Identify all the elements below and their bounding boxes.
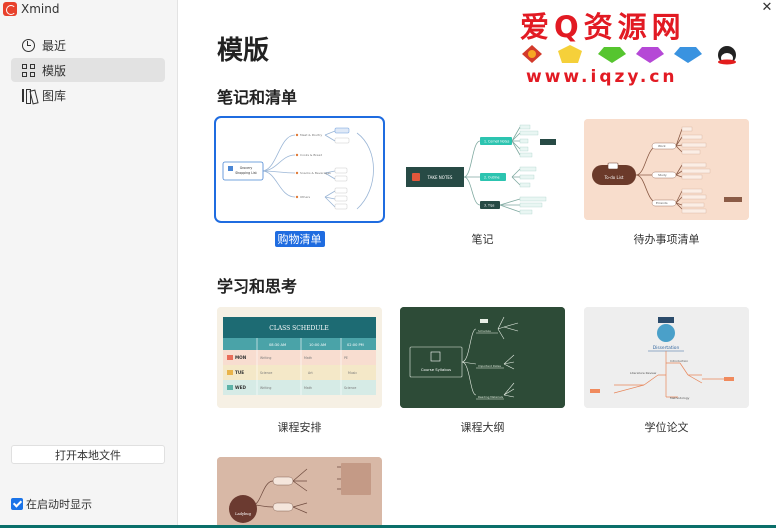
svg-text:Ladybug: Ladybug bbox=[235, 512, 251, 516]
svg-text:Math: Math bbox=[304, 386, 312, 390]
template-label: 学位论文 bbox=[644, 421, 689, 434]
todo-list-thumbnail: To-do List Work Study Errands bbox=[584, 119, 749, 220]
show-on-startup-label: 在启动时显示 bbox=[26, 498, 92, 511]
svg-text:MON: MON bbox=[235, 355, 247, 360]
template-card-class-schedule[interactable]: CLASS SCHEDULE 08:30 AM 10:00 AM 02:00 P… bbox=[217, 307, 382, 408]
svg-text:TAKE NOTES: TAKE NOTES bbox=[427, 175, 453, 180]
ladybug-thumbnail: Ladybug bbox=[217, 457, 382, 525]
svg-text:Course Syllabus: Course Syllabus bbox=[421, 367, 451, 372]
svg-text:To-do List: To-do List bbox=[604, 175, 624, 180]
svg-text:Science: Science bbox=[344, 386, 356, 390]
svg-text:WED: WED bbox=[235, 385, 246, 390]
template-label: 购物清单 bbox=[217, 231, 382, 247]
notes-thumbnail: TAKE NOTES 1. Cornell Notes 2. Outline 3. … bbox=[400, 119, 565, 220]
grid-icon bbox=[22, 63, 35, 77]
template-card-ladybug[interactable]: Ladybug bbox=[217, 457, 382, 525]
template-card-shopping-list[interactable]: Grocery Shopping List Meat & Poultry Cook… bbox=[214, 116, 385, 223]
watermark-title: 爱Q资源网 bbox=[520, 10, 686, 44]
watermark-url: www.iqzy.cn bbox=[526, 67, 678, 87]
svg-text:3. Tips: 3. Tips bbox=[484, 204, 495, 208]
template-card-dissertation[interactable]: Dissertation Introduction Literature Rev… bbox=[584, 307, 749, 408]
page-title: 模版 bbox=[217, 36, 270, 66]
class-schedule-thumbnail: CLASS SCHEDULE 08:30 AM 10:00 AM 02:00 P… bbox=[217, 307, 382, 408]
svg-text:Work: Work bbox=[658, 144, 666, 148]
open-local-file-button[interactable]: 打开本地文件 bbox=[11, 445, 165, 464]
template-label: 待办事项清单 bbox=[633, 233, 700, 246]
sidebar: Xmind 最近 模版 图库 打开本地文件 在启动时显示 bbox=[0, 0, 178, 528]
section-title-learning-thinking: 学习和思考 bbox=[217, 277, 298, 296]
template-label: 课程安排 bbox=[277, 421, 322, 434]
close-icon[interactable]: ✕ bbox=[760, 0, 774, 15]
svg-text:Others: Others bbox=[300, 195, 311, 199]
svg-text:PE: PE bbox=[344, 356, 348, 360]
svg-text:02:00 PM: 02:00 PM bbox=[347, 343, 364, 347]
sidebar-item-library[interactable]: 图库 bbox=[11, 83, 165, 107]
svg-text:Important Dates: Important Dates bbox=[478, 364, 501, 368]
template-label: 课程大纲 bbox=[460, 421, 505, 434]
svg-text:Shopping List: Shopping List bbox=[235, 171, 257, 175]
svg-text:Study: Study bbox=[658, 173, 667, 177]
library-icon bbox=[22, 88, 35, 104]
svg-text:Science: Science bbox=[260, 371, 272, 375]
template-card-todo-list[interactable]: To-do List Work Study Errands bbox=[584, 119, 749, 220]
xmind-app: Xmind 最近 模版 图库 打开本地文件 在启动时显示 ✕ 模版 笔记和清单 bbox=[0, 0, 776, 528]
clock-icon bbox=[22, 38, 35, 52]
svg-text:2. Outline: 2. Outline bbox=[484, 176, 500, 180]
svg-text:Cooks & Bread: Cooks & Bread bbox=[300, 153, 322, 157]
section-title-notes-lists: 笔记和清单 bbox=[217, 88, 298, 107]
svg-text:TUE: TUE bbox=[235, 370, 244, 375]
schedule-title: CLASS SCHEDULE bbox=[269, 325, 328, 332]
course-syllabus-thumbnail: Course Syllabus Schedule Important Dates R… bbox=[400, 307, 565, 408]
svg-text:Grocery: Grocery bbox=[240, 166, 253, 170]
svg-text:Music: Music bbox=[348, 371, 357, 375]
sidebar-nav: 最近 模版 图库 bbox=[11, 33, 165, 108]
template-card-course-syllabus[interactable]: Course Syllabus Schedule Important Dates R… bbox=[400, 307, 565, 408]
sidebar-item-label: 模版 bbox=[42, 63, 67, 78]
template-label: 笔记 bbox=[471, 233, 494, 246]
sidebar-item-recent[interactable]: 最近 bbox=[11, 33, 165, 57]
svg-text:1. Cornell Notes: 1. Cornell Notes bbox=[484, 140, 510, 144]
svg-text:Literature Review: Literature Review bbox=[630, 371, 657, 375]
titlebar: Xmind bbox=[0, 0, 59, 18]
template-card-notes[interactable]: TAKE NOTES 1. Cornell Notes 2. Outline 3. … bbox=[400, 119, 565, 220]
sidebar-item-label: 图库 bbox=[42, 88, 67, 103]
svg-text:Writing: Writing bbox=[260, 356, 271, 360]
svg-text:Snacks & Beverages: Snacks & Beverages bbox=[300, 171, 331, 175]
sidebar-item-templates[interactable]: 模版 bbox=[11, 58, 165, 82]
app-name: Xmind bbox=[21, 2, 60, 16]
svg-text:Errands: Errands bbox=[656, 201, 668, 205]
svg-text:Writing: Writing bbox=[260, 386, 271, 390]
show-on-startup-checkbox[interactable] bbox=[11, 498, 23, 510]
svg-text:Reading Materials: Reading Materials bbox=[478, 395, 504, 399]
svg-text:Meat & Poultry: Meat & Poultry bbox=[300, 133, 322, 137]
dissertation-thumbnail: Dissertation Introduction Literature Rev… bbox=[584, 307, 749, 408]
svg-text:10:00 AM: 10:00 AM bbox=[309, 343, 326, 347]
svg-text:08:30 AM: 08:30 AM bbox=[269, 343, 286, 347]
svg-text:Dissertation: Dissertation bbox=[653, 345, 680, 351]
svg-text:Schedule: Schedule bbox=[478, 329, 491, 333]
watermark-gems-icon bbox=[522, 45, 736, 65]
svg-text:Introduction: Introduction bbox=[670, 359, 688, 363]
svg-text:Methodology: Methodology bbox=[670, 396, 690, 400]
svg-text:Math: Math bbox=[304, 356, 312, 360]
xmind-logo-icon bbox=[3, 2, 17, 16]
show-on-startup[interactable]: 在启动时显示 bbox=[11, 496, 92, 512]
shopping-list-thumbnail: Grocery Shopping List Meat & Poultry Cook… bbox=[217, 119, 382, 220]
sidebar-item-label: 最近 bbox=[42, 38, 67, 53]
svg-text:Art: Art bbox=[308, 371, 313, 375]
